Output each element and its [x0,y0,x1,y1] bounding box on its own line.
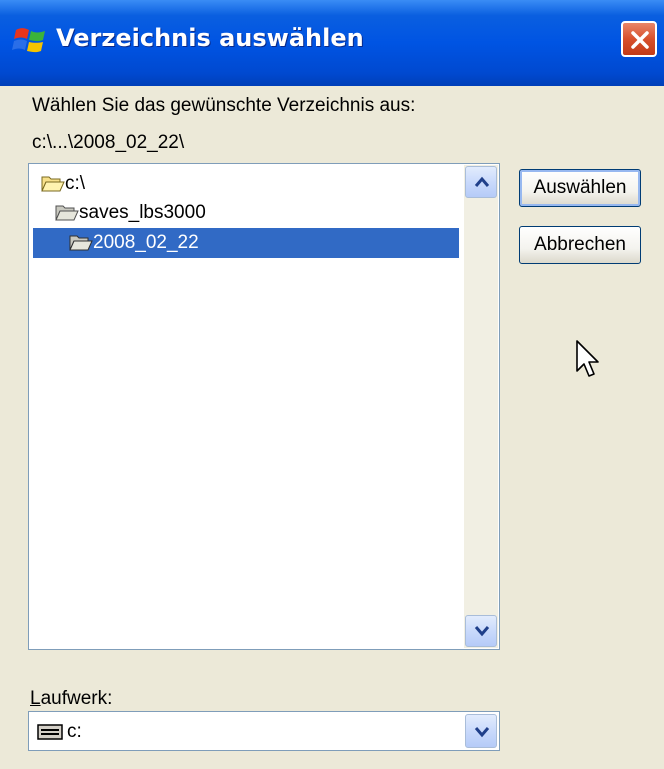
scroll-up-button[interactable] [465,166,497,198]
tree-item-label: c:\ [65,173,86,194]
select-button-label: Auswählen [533,177,627,198]
drive-label-accel: L [30,688,41,709]
open-folder-icon [41,176,65,192]
instruction-text: Wählen Sie das gewünschte Verzeichnis au… [32,95,416,116]
close-icon [631,31,649,49]
drive-label: Laufwerk: [30,688,112,710]
drive-dropdown-button[interactable] [465,714,497,748]
current-path: c:\...\2008_02_22\ [32,132,185,153]
close-button[interactable] [621,21,657,57]
directory-tree[interactable]: c:\ saves_lbs3000 2008_02_22 [28,163,500,650]
chevron-up-icon [474,176,490,187]
drive-select[interactable]: c: [28,711,500,751]
cancel-button-label: Abbrechen [534,234,626,255]
open-folder-icon [55,205,79,221]
windows-flag-icon [12,28,45,53]
vertical-scrollbar[interactable] [464,165,498,648]
chevron-down-icon [474,626,490,637]
drive-label-text: aufwerk: [40,688,113,709]
open-folder-icon [69,235,93,251]
title-bar[interactable]: Verzeichnis auswählen [0,0,664,86]
tree-item-label: saves_lbs3000 [79,202,206,223]
chevron-down-icon [474,727,490,738]
scroll-down-button[interactable] [465,615,497,647]
select-button[interactable]: Auswählen [519,169,641,207]
mouse-cursor-icon [576,340,599,377]
drive-value: c: [67,721,82,742]
drive-icon [37,724,63,740]
window-title: Verzeichnis auswählen [56,24,364,52]
cancel-button[interactable]: Abbrechen [519,226,641,264]
tree-item-label: 2008_02_22 [93,232,199,253]
